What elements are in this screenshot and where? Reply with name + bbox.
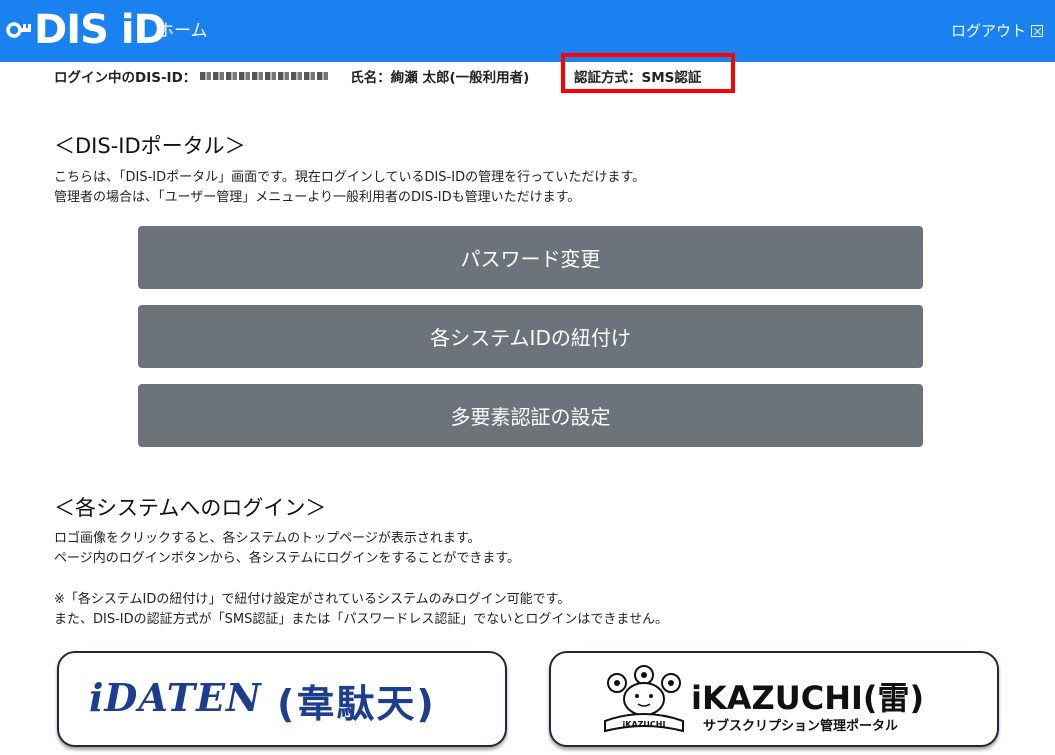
- dis-id-label: ログイン中のDIS-ID：: [54, 70, 197, 86]
- systems-note: ※「各システムIDの紐付け」で紐付け設定がされているシステムのみログイン可能です…: [54, 590, 668, 630]
- password-change-button[interactable]: パスワード変更: [138, 226, 923, 289]
- system-id-link-button[interactable]: 各システムIDの紐付け: [138, 305, 923, 368]
- portal-description: こちらは、「DIS-IDポータル」画面です。現在ログインしているDIS-IDの管…: [54, 168, 645, 208]
- nav-home-link[interactable]: ホーム: [157, 16, 208, 41]
- masked-dis-id: [200, 72, 331, 80]
- mascot-label: iKAZUCHI: [623, 720, 666, 729]
- user-name: 氏名：絢瀬 太郎(一般利用者): [350, 70, 530, 86]
- idaten-logo-latin: iDATEN: [89, 675, 262, 720]
- systems-note-line1: ※「各システムIDの紐付け」で紐付け設定がされているシステムのみログイン可能です…: [54, 592, 571, 607]
- auth-method-label: 認証方式：SMS認証: [574, 70, 702, 86]
- systems-note-line2: また、DIS-IDの認証方式が「SMS認証」または「パスワードレス認証」でないと…: [54, 612, 668, 627]
- ikazuchi-logo-subtitle: サブスクリプション管理ポータル: [703, 719, 899, 734]
- logout-button[interactable]: ログアウト: [951, 20, 1043, 41]
- auth-method-highlight: 認証方式：SMS認証: [561, 53, 735, 93]
- portal-desc-line2: 管理者の場合は、「ユーザー管理」メニューより一般利用者のDIS-IDも管理いただ…: [54, 190, 581, 205]
- idaten-logo-kanji: (韋駄天): [277, 682, 436, 726]
- systems-section-title: ＜各システムへのログイン＞: [54, 496, 327, 520]
- dis-id-logo[interactable]: DIS iD: [6, 6, 167, 54]
- mfa-settings-button[interactable]: 多要素認証の設定: [138, 384, 923, 447]
- ikazuchi-logo-title: iKAZUCHI(雷): [691, 679, 925, 717]
- close-icon: [1031, 24, 1043, 37]
- portal-desc-line1: こちらは、「DIS-IDポータル」画面です。現在ログインしているDIS-IDの管…: [54, 170, 646, 185]
- portal-section-title: ＜DIS-IDポータル＞: [54, 134, 246, 158]
- systems-desc-line2: ページ内のログインボタンから、各システムにログインをすることができます。: [54, 551, 521, 566]
- logo-text: DIS iD: [34, 7, 167, 53]
- systems-desc-line1: ロゴ画像をクリックすると、各システムのトップページが表示されます。: [54, 531, 481, 546]
- ikazuchi-login-card[interactable]: iKAZUCHI iKAZUCHI(雷) サブスクリプション管理ポータル: [549, 651, 999, 747]
- ikazuchi-mascot-icon: iKAZUCHI: [604, 665, 684, 733]
- idaten-login-card[interactable]: iDATEN (韋駄天): [57, 651, 507, 747]
- user-info-bar: ログイン中のDIS-ID： 氏名：絢瀬 太郎(一般利用者): [54, 66, 529, 86]
- systems-description: ロゴ画像をクリックすると、各システムのトップページが表示されます。 ページ内のロ…: [54, 529, 520, 569]
- logout-label: ログアウト: [950, 22, 1026, 40]
- top-bar: DIS iD ホーム ログアウト: [0, 0, 1055, 62]
- key-icon: [6, 22, 31, 38]
